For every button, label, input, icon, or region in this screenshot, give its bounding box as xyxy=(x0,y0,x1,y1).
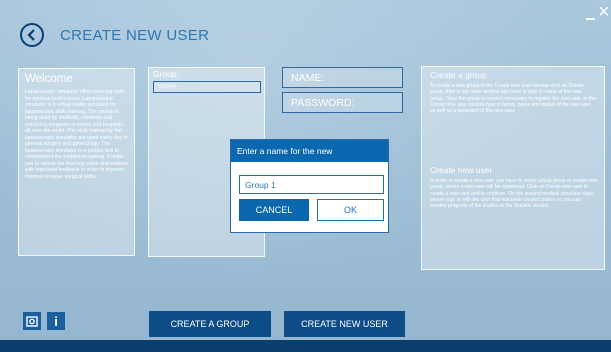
camera-button[interactable] xyxy=(23,312,41,330)
bottom-bar xyxy=(0,340,611,352)
page-title: CREATE NEW USER xyxy=(60,27,210,44)
dialog-prompt: Enter a name for the new xyxy=(231,140,388,162)
minimize-button[interactable] xyxy=(586,18,595,20)
create-user-text: In order to create a new user, you have … xyxy=(430,178,598,210)
welcome-text: Laparoscopic simulator offers learning t… xyxy=(25,89,128,180)
create-user-button[interactable]: CREATE NEW USER xyxy=(284,311,405,337)
create-user-section: Create new user In order to create a new… xyxy=(430,165,598,209)
camera-icon xyxy=(26,316,38,327)
close-button[interactable]: × xyxy=(598,2,610,22)
cancel-button[interactable]: CANCEL xyxy=(239,199,309,221)
name-field[interactable]: NAME: xyxy=(282,67,403,88)
ok-button[interactable]: OK xyxy=(317,199,384,221)
group-list-item[interactable]: НОВАЯ xyxy=(153,81,261,93)
password-field[interactable]: PASSWORD: xyxy=(282,92,403,113)
info-panel: Create a group To create a new group in … xyxy=(421,66,605,270)
info-button[interactable]: i xyxy=(47,312,65,330)
create-group-heading: Create a group xyxy=(430,70,487,80)
welcome-panel: Welcome Laparoscopic simulator offers le… xyxy=(18,68,135,256)
chevron-left-icon xyxy=(27,29,35,41)
create-group-button[interactable]: CREATE A GROUP xyxy=(149,311,271,337)
create-group-text: To create a new group in the Create new … xyxy=(430,83,596,115)
create-user-heading: Create new user xyxy=(430,165,493,175)
new-group-dialog: Enter a name for the new Group 1 CANCEL … xyxy=(230,139,389,233)
back-button[interactable] xyxy=(20,23,44,47)
group-name-input[interactable]: Group 1 xyxy=(239,175,384,194)
header: CREATE NEW USER × xyxy=(0,0,611,62)
welcome-title: Welcome xyxy=(25,73,73,85)
group-label: Group: xyxy=(153,69,179,79)
